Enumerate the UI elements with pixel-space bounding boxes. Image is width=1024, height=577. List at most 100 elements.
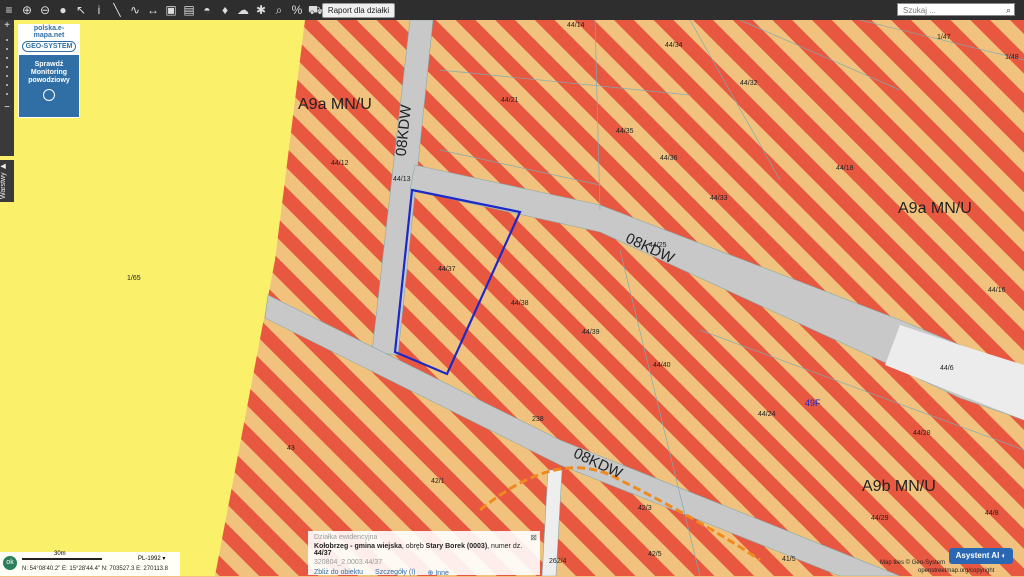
chevron-down-icon: ▾: [162, 556, 166, 562]
geo-panel-text: Sprawdź Monitoring powodziowy: [19, 61, 79, 85]
parcel-label: 42/1: [431, 478, 445, 485]
attribution[interactable]: Map tiles © Geo-System: [880, 560, 945, 566]
geo-line: Sprawdź: [34, 61, 64, 68]
pointer-icon[interactable]: ↖: [74, 3, 88, 17]
zoom-minus-icon[interactable]: −: [0, 102, 14, 114]
ai-assistant-label: Asystent AI: [955, 551, 1000, 560]
zoom-step[interactable]: [6, 84, 8, 86]
parcel-label: 1/48: [1005, 54, 1019, 61]
cloud-icon[interactable]: ☁: [236, 3, 250, 17]
parcel-label: 44/38: [511, 300, 529, 307]
parcel-label: 44/16: [988, 287, 1006, 294]
parcel-label: 44/28: [913, 430, 931, 437]
car-icon[interactable]: ◓: [200, 3, 214, 17]
chat-icon: ◐: [1001, 551, 1007, 560]
zoom-plus-icon[interactable]: +: [0, 20, 14, 32]
zoom-step[interactable]: [6, 93, 8, 95]
parcel-label: 44/13: [393, 176, 411, 183]
parcel-label: 44/34: [665, 42, 683, 49]
search-input[interactable]: Szukaj ... ⌕: [897, 3, 1015, 16]
parcel-info-box: ⊠ Działka ewidencyjna Kołobrzeg - gmina …: [308, 531, 540, 577]
parcel-label: 1/65: [127, 275, 141, 282]
parcel-label: 44/37: [438, 266, 456, 273]
zoom-step[interactable]: [6, 66, 8, 68]
parcel-label: 44/36: [660, 155, 678, 162]
geo-line: powodziowy: [28, 77, 70, 84]
layers-icon[interactable]: ≡: [2, 3, 16, 17]
info-line: Kołobrzeg - gmina wiejska, obręb Stary B…: [314, 543, 534, 557]
parcel-label: 262/4: [549, 558, 567, 565]
flood-monitor-panel[interactable]: polska.e-mapa.net GEO-SYSTEM Sprawdź Mon…: [18, 24, 80, 118]
crs-label: PL-1992: [138, 556, 161, 562]
search-map-icon[interactable]: ⌕: [272, 3, 286, 17]
info-title: Działka ewidencyjna: [314, 534, 378, 541]
scale-bar: [22, 558, 102, 560]
info-number: 44/37: [314, 550, 332, 557]
info-id: 320804_2.0003.44/37: [314, 559, 383, 566]
parcel-label: 49F: [805, 398, 821, 408]
parcel-label: 44/14: [567, 22, 585, 29]
search-placeholder: Szukaj ...: [903, 6, 936, 15]
percent-icon[interactable]: %: [290, 3, 304, 17]
info-icon[interactable]: i: [92, 3, 106, 17]
print-icon[interactable]: ▤: [182, 3, 196, 17]
measure-line-icon[interactable]: ╲: [110, 3, 124, 17]
layers-tab[interactable]: Warstwy ▶: [0, 160, 14, 202]
ok-button[interactable]: ok: [3, 556, 17, 570]
zone-label: A9b MN/U: [862, 478, 936, 495]
location-icon[interactable]: ♦: [218, 3, 232, 17]
parcel-label: 44/39: [582, 329, 600, 336]
zoom-out-icon[interactable]: ⊖: [38, 3, 52, 17]
parcel-label: 44/18: [836, 165, 854, 172]
parcel-label: 44/12: [331, 160, 349, 167]
info-obreb: Stary Borek (0003): [425, 543, 488, 550]
search-icon[interactable]: ⌕: [1006, 4, 1011, 17]
parcel-label: 44/32: [740, 80, 758, 87]
parcel-label: 44/8: [985, 510, 999, 517]
zoom-step[interactable]: [6, 57, 8, 59]
close-icon[interactable]: ⊠: [530, 533, 537, 542]
parcel-label: 42/3: [638, 505, 652, 512]
magnifier-icon: [43, 89, 55, 101]
parcel-label: 44/33: [710, 195, 728, 202]
geo-brand-area: polska.e-mapa.net GEO-SYSTEM: [19, 25, 79, 55]
zoom-step[interactable]: [6, 48, 8, 50]
measure-path-icon[interactable]: ∿: [128, 3, 142, 17]
zoom-step[interactable]: [6, 39, 8, 41]
parcel-label: 44/40: [653, 362, 671, 369]
area-icon[interactable]: ▣: [164, 3, 178, 17]
info-mid: , obręb: [401, 543, 426, 550]
zone-label: A9a MN/U: [898, 200, 972, 217]
parcel-label: 41/5: [782, 556, 796, 563]
toolbar: ≡ ⊕ ⊖ ● ↖ i ╲ ∿ ↔ ▣ ▤ ◓ ♦ ☁ ✱ ⌕ % ⛟ ⌫ Ra…: [0, 0, 1024, 20]
parcel-label: 44/24: [758, 411, 776, 418]
zone-label: A9a MN/U: [298, 96, 372, 113]
globe-icon[interactable]: ●: [56, 3, 70, 17]
zoom-in-icon[interactable]: ⊕: [20, 3, 34, 17]
attribution-osm[interactable]: openstreetmap.org/copyright: [918, 568, 994, 574]
parcel-label: 44/29: [871, 515, 889, 522]
distance-icon[interactable]: ↔: [146, 3, 160, 17]
zoom-step[interactable]: [6, 75, 8, 77]
crs-select[interactable]: PL-1992 ▾: [138, 555, 165, 562]
geo-line: Monitoring: [30, 69, 68, 76]
info-suffix: , numer dz.: [487, 543, 523, 550]
cart-icon[interactable]: ⛟: [308, 3, 323, 17]
settings-icon[interactable]: ✱: [254, 3, 268, 17]
scale-label: 30m: [54, 551, 66, 557]
geo-system-logo: GEO-SYSTEM: [21, 41, 77, 52]
parcel-label: 44/25: [649, 242, 667, 249]
info-municipality: Kołobrzeg - gmina wiejska: [314, 543, 402, 550]
parcel-label: 238: [532, 416, 544, 423]
parcel-label: 42/5: [648, 551, 662, 558]
layers-tab-label: Warstwy: [0, 172, 7, 200]
zoom-rail: + −: [0, 20, 14, 156]
parcel-label: 44/21: [501, 97, 519, 104]
parcel-label: 1/47: [937, 34, 951, 41]
ai-assistant-button[interactable]: Asystent AI ◐: [949, 548, 1013, 564]
coordinates-readout: N: 54°08'40.2" E: 15°28'44.4" N: 703527.…: [22, 566, 169, 572]
report-button[interactable]: Raport dla działki: [322, 3, 395, 18]
status-bar: ok 30m PL-1992 ▾ N: 54°08'40.2" E: 15°28…: [0, 551, 180, 576]
parcel-label: 44/6: [940, 365, 954, 372]
parcel-label: 43: [287, 445, 295, 452]
